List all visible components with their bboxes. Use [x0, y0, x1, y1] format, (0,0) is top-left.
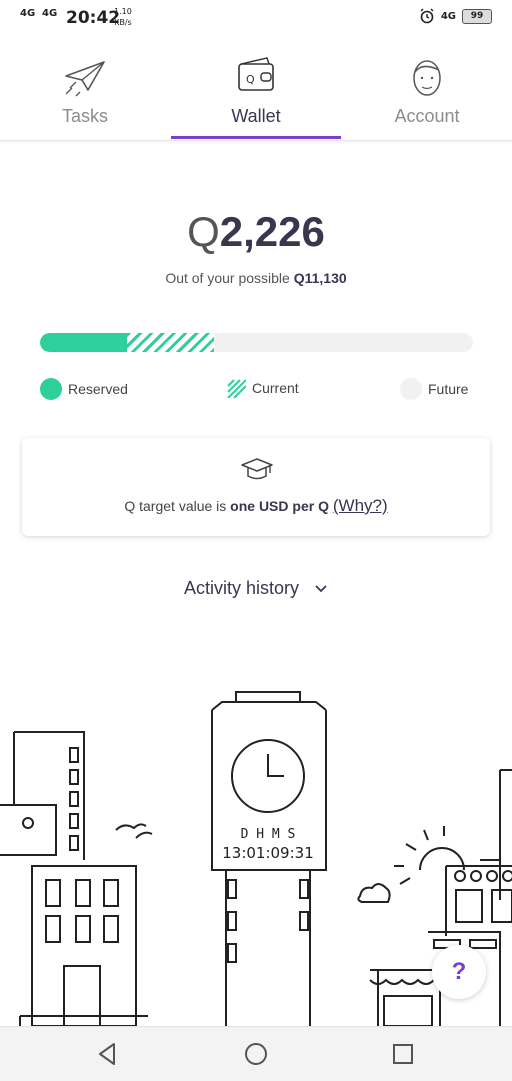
- back-icon[interactable]: [94, 1039, 124, 1069]
- reserved-dot: [40, 378, 62, 400]
- legend-current: Current: [226, 378, 299, 398]
- tab-wallet[interactable]: Q Wallet: [171, 48, 341, 140]
- tab-label: Wallet: [231, 106, 281, 126]
- battery-icon: 99: [462, 8, 492, 24]
- possible-currency: Q: [293, 270, 305, 286]
- network-speed-unit: KB/s: [114, 18, 132, 27]
- clock-labels: D H M S: [241, 827, 296, 842]
- legend-reserved-label: Reserved: [68, 381, 128, 397]
- help-button[interactable]: ?: [432, 945, 486, 999]
- why-link[interactable]: (Why?): [333, 496, 388, 515]
- tab-label: Account: [394, 106, 460, 126]
- wallet-progress-bar: [40, 333, 473, 352]
- home-icon[interactable]: [241, 1039, 271, 1069]
- tab-account[interactable]: Account: [342, 48, 512, 140]
- active-tab-indicator: [171, 136, 341, 139]
- possible-amount: 11,130: [304, 270, 347, 286]
- target-text-bold: one USD per Q: [230, 498, 329, 514]
- target-value-text: Q target value is one USD per Q (Why?): [22, 496, 490, 516]
- recents-icon[interactable]: [388, 1039, 418, 1069]
- status-time: 20:42: [66, 8, 121, 28]
- network-indicator-1: 4G: [20, 8, 36, 19]
- alarm-icon: [420, 8, 434, 24]
- wallet-icon: Q: [238, 57, 274, 91]
- legend-future-label: Future: [428, 381, 469, 397]
- chevron-down-icon: [315, 585, 327, 593]
- paper-plane-icon: [65, 61, 105, 97]
- progress-reserved: [40, 333, 127, 352]
- currency-symbol: Q: [187, 208, 220, 255]
- progress-current: [127, 333, 214, 352]
- possible-prefix: Out of your possible: [165, 270, 294, 286]
- activity-history-label: Activity history: [183, 578, 299, 598]
- balance-value: 2,226: [219, 208, 325, 255]
- current-stripes-icon: [227, 379, 246, 398]
- tab-tasks[interactable]: Tasks: [0, 48, 170, 140]
- svg-text:Q: Q: [246, 73, 255, 86]
- network-speed-value: 1.10: [114, 7, 132, 16]
- legend-reserved: Reserved: [40, 378, 128, 400]
- legend-future: Future: [400, 378, 468, 400]
- target-value-card: Q target value is one USD per Q (Why?): [22, 438, 490, 536]
- system-nav-bar: [0, 1026, 512, 1081]
- status-right: 4G 99: [419, 8, 492, 24]
- legend-current-label: Current: [252, 380, 299, 396]
- tab-bar: Tasks Q Wallet Account: [0, 48, 512, 141]
- tab-label: Tasks: [61, 106, 108, 126]
- face-icon: [413, 60, 441, 96]
- target-text-prefix: Q target value is: [124, 498, 231, 514]
- activity-history-toggle[interactable]: Activity history: [0, 578, 512, 599]
- future-dot: [400, 378, 422, 400]
- signal-indicator: 4G: [440, 10, 456, 22]
- possible-amount-text: Out of your possible Q11,130: [0, 270, 512, 286]
- status-bar: 4G 4G 20:42 1.10 KB/s 4G 99: [0, 0, 512, 40]
- network-speed: 1.10 KB/s: [114, 6, 132, 28]
- network-indicator-2: 4G: [42, 8, 58, 19]
- clock-countdown: 13:01:09:31: [222, 844, 314, 862]
- wallet-balance: Q2,226: [0, 208, 512, 256]
- graduation-cap-icon: [241, 458, 273, 480]
